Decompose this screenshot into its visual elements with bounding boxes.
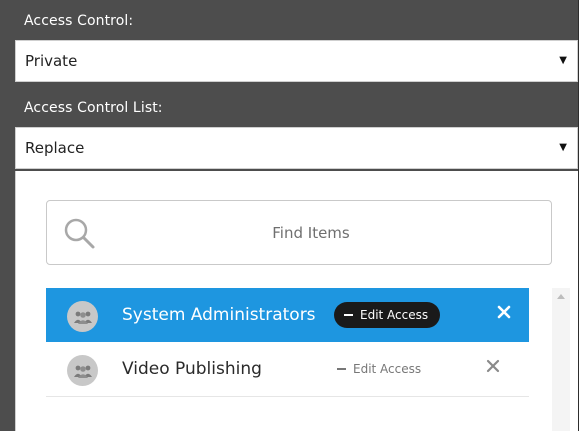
access-control-label: Access Control: (24, 13, 134, 29)
access-control-select[interactable]: Private ▼ (15, 40, 578, 82)
group-icon (67, 355, 98, 386)
item-label: Video Publishing (122, 359, 262, 379)
chevron-down-icon: ▼ (559, 142, 567, 153)
acl-label: Access Control List: (24, 100, 163, 116)
access-control-value: Private (25, 52, 78, 70)
minus-icon (344, 314, 353, 316)
edit-access-label: Edit Access (353, 362, 422, 376)
edit-access-button[interactable]: Edit Access (334, 302, 441, 328)
chevron-down-icon: ▼ (559, 55, 567, 66)
find-items-search[interactable]: Find Items (46, 200, 552, 265)
close-icon[interactable] (486, 359, 500, 373)
scroll-up-arrow-icon[interactable] (557, 294, 565, 299)
search-placeholder: Find Items (272, 223, 350, 242)
group-icon (67, 301, 98, 332)
acl-select[interactable]: Replace ▼ (15, 127, 578, 169)
edit-access-button[interactable]: Edit Access (327, 356, 433, 382)
close-icon[interactable] (497, 305, 511, 319)
acl-value: Replace (25, 139, 85, 157)
principal-list: System Administrators Edit Access Video … (46, 288, 529, 397)
acl-content-area: Find Items System Administrators Edit Ac… (15, 171, 578, 431)
item-label: System Administrators (122, 305, 316, 325)
list-item[interactable]: Video Publishing Edit Access (46, 342, 529, 397)
access-settings-panel: Access Control: Private ▼ Access Control… (0, 0, 579, 431)
list-scrollbar[interactable] (552, 288, 570, 431)
edit-access-label: Edit Access (360, 308, 429, 322)
minus-icon (337, 368, 346, 370)
list-item[interactable]: System Administrators Edit Access (46, 288, 529, 342)
